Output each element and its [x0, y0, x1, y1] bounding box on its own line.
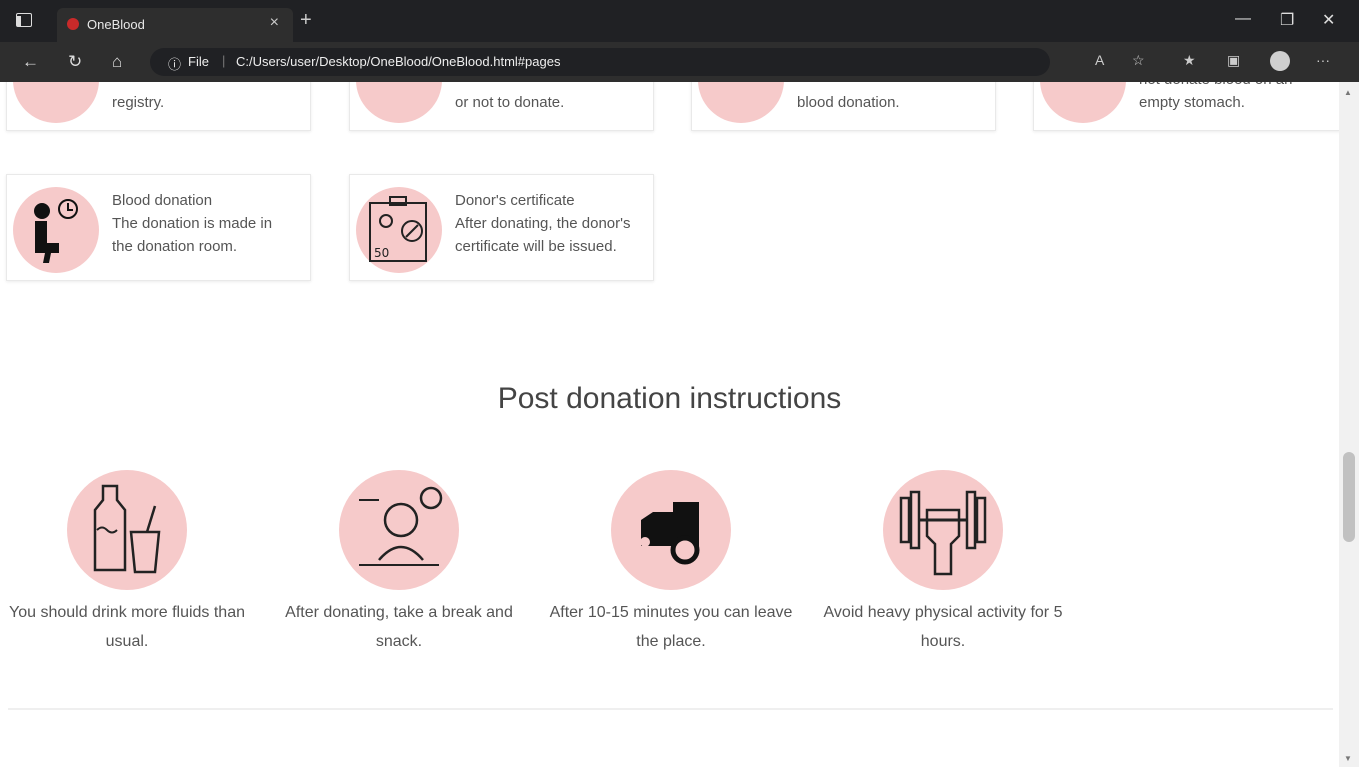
- tab-actions-icon[interactable]: [16, 13, 32, 27]
- post-instruction-item: You should drink more fluids than usual.: [2, 470, 252, 650]
- back-icon[interactable]: ←: [22, 52, 39, 72]
- browser-titlebar: OneBlood × + — ❐ ✕: [0, 0, 1359, 42]
- waiting-room-icon: [13, 187, 99, 273]
- instructions-icon: [1040, 82, 1126, 123]
- profile-avatar[interactable]: [1270, 51, 1290, 71]
- minimize-icon[interactable]: —: [1235, 10, 1251, 28]
- browser-tab[interactable]: OneBlood ×: [57, 8, 293, 42]
- post-instruction-item: Avoid heavy physical activity for 5 hour…: [818, 470, 1068, 650]
- certificate-icon: 50: [356, 187, 442, 273]
- close-tab-icon[interactable]: ×: [270, 14, 279, 32]
- top-card-text: registry.: [112, 94, 165, 111]
- read-aloud-icon[interactable]: A: [1095, 52, 1104, 68]
- oneblood-favicon-icon: [67, 18, 79, 30]
- url-text[interactable]: C:/Users/user/Desktop/OneBlood/OneBlood.…: [236, 54, 560, 69]
- top-card-text: or not to donate.: [455, 94, 565, 111]
- post-instruction-text: After 10-15 minutes you can leave the pl…: [549, 604, 793, 650]
- top-card: registry.: [6, 82, 311, 131]
- leave-car-icon: [611, 470, 731, 590]
- post-instruction-item: After 10-15 minutes you can leave the pl…: [546, 470, 796, 650]
- svg-text:50: 50: [374, 246, 389, 260]
- post-instruction-text: You should drink more fluids than usual.: [9, 604, 245, 650]
- scroll-up-icon[interactable]: ▲: [1344, 88, 1352, 97]
- url-field[interactable]: ⓘ File | C:/Users/user/Desktop/OneBlood/…: [150, 48, 1050, 76]
- address-bar: ← ↻ ⌂ ⓘ File | C:/Users/user/Desktop/One…: [0, 42, 1359, 82]
- refresh-icon[interactable]: ↻: [68, 52, 82, 72]
- step-card: 50 Donor's certificate After donating, t…: [349, 174, 654, 281]
- add-favorite-icon[interactable]: ☆: [1132, 52, 1145, 69]
- page-content: registry. or not to donate. blood donati…: [0, 82, 1339, 767]
- vertical-scrollbar[interactable]: ▲ ▼: [1339, 82, 1359, 767]
- step-desc: The donation is made in the donation roo…: [112, 215, 273, 255]
- post-instruction-item: After donating, take a break and snack.: [274, 470, 524, 650]
- medical-check-icon: [698, 82, 784, 123]
- favorites-icon[interactable]: ★: [1183, 52, 1196, 69]
- top-card-text: not donate blood on an empty stomach.: [1139, 82, 1292, 111]
- dumbbell-icon: [883, 470, 1003, 590]
- collections-icon[interactable]: ▣: [1227, 52, 1240, 69]
- restore-icon[interactable]: ❐: [1280, 10, 1294, 30]
- step-title: Donor's certificate: [455, 192, 575, 209]
- doctor-icon: [356, 82, 442, 123]
- top-card: not donate blood on an empty stomach.: [1033, 82, 1339, 131]
- registry-icon: [13, 82, 99, 123]
- close-window-icon[interactable]: ✕: [1322, 10, 1335, 30]
- top-card: or not to donate.: [349, 82, 654, 131]
- new-tab-icon[interactable]: +: [300, 9, 312, 32]
- top-card: blood donation.: [691, 82, 996, 131]
- top-card-text: blood donation.: [797, 94, 900, 111]
- scroll-down-icon[interactable]: ▼: [1344, 754, 1352, 763]
- more-menu-icon[interactable]: ···: [1316, 52, 1330, 68]
- tab-title: OneBlood: [87, 17, 145, 32]
- post-instruction-text: Avoid heavy physical activity for 5 hour…: [823, 604, 1063, 650]
- rest-snack-icon: [339, 470, 459, 590]
- section-divider: [8, 708, 1333, 710]
- step-card: Blood donation The donation is made in t…: [6, 174, 311, 281]
- drink-fluids-icon: [67, 470, 187, 590]
- home-icon[interactable]: ⌂: [112, 52, 122, 72]
- post-instruction-text: After donating, take a break and snack.: [285, 604, 513, 650]
- url-separator: |: [222, 53, 226, 68]
- file-label: File: [188, 54, 209, 69]
- step-title: Blood donation: [112, 192, 213, 209]
- site-info-icon[interactable]: ⓘ: [168, 54, 181, 73]
- scrollbar-thumb[interactable]: [1343, 452, 1355, 542]
- section-title: Post donation instructions: [497, 382, 842, 415]
- step-desc: After donating, the donor's certificate …: [455, 215, 631, 255]
